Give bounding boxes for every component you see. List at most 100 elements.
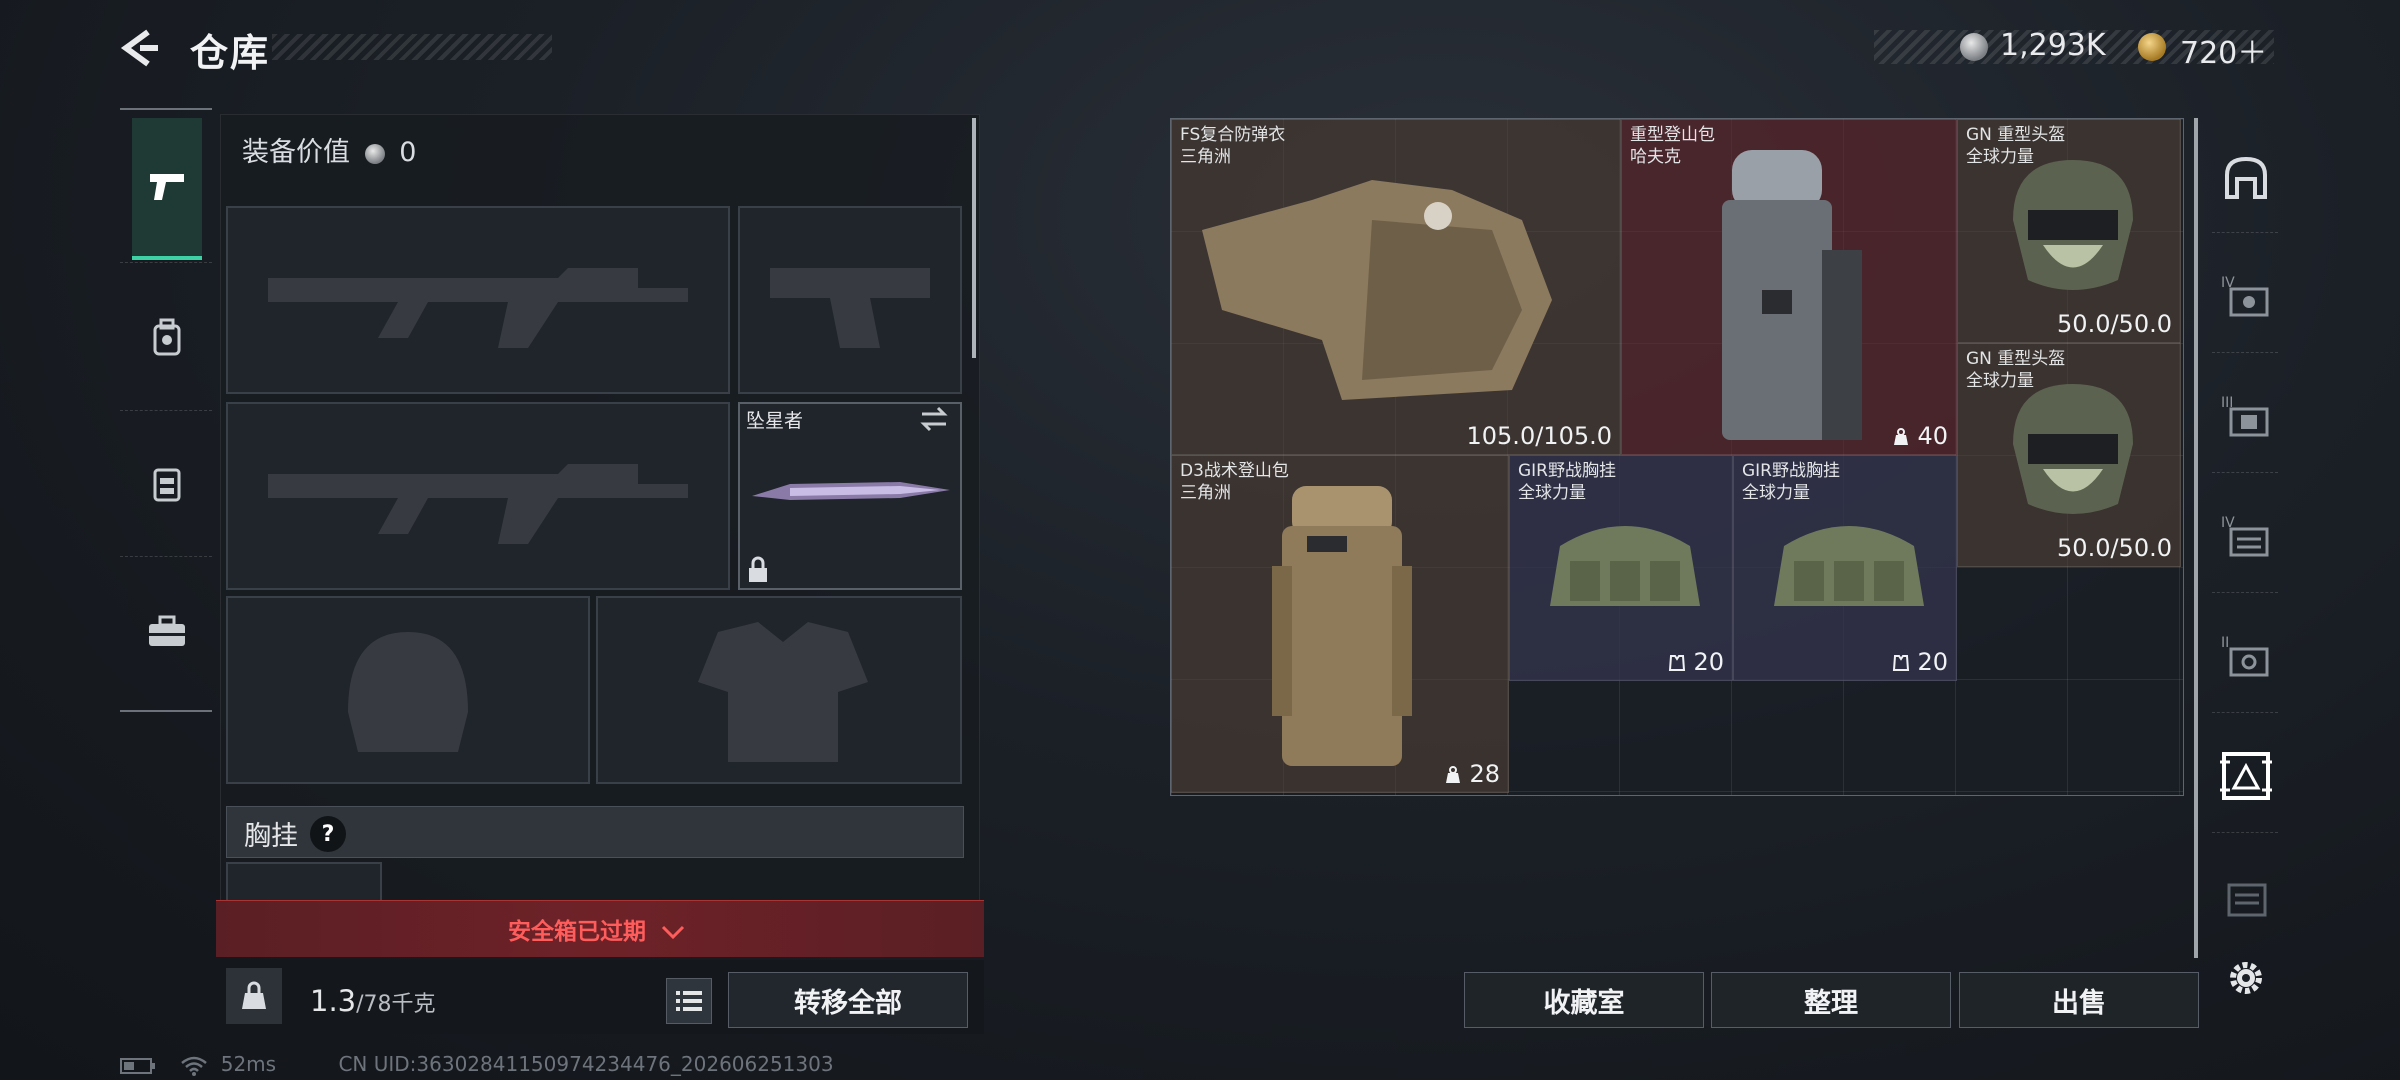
uid-text: CN UID:36302841150974234476_202606251303	[338, 1052, 834, 1076]
stash-scrollbar[interactable]	[2194, 118, 2198, 958]
stash-selected-icon	[2220, 752, 2272, 800]
gear-icon	[2230, 962, 2262, 994]
item-name: GIR野战胸挂	[1742, 461, 1840, 481]
weight-small-icon	[1893, 428, 1908, 445]
wifi-icon	[181, 1056, 208, 1076]
gold-coin-icon	[2138, 33, 2166, 61]
chest-rig-label: 胸挂	[244, 821, 298, 852]
item-name: GN 重型头盔	[1966, 349, 2066, 369]
tab-divider	[2212, 472, 2278, 473]
chest-rig-slot[interactable]	[226, 862, 382, 902]
organize-button[interactable]: 整理	[1711, 972, 1951, 1028]
item-name: FS复合防弹衣	[1180, 125, 1286, 145]
armor-vest-art	[1202, 180, 1552, 400]
melee-item-name: 坠星者	[746, 410, 804, 432]
sidearm-slot[interactable]	[738, 206, 962, 394]
tab-divider	[2212, 232, 2278, 233]
battery-icon	[120, 1057, 155, 1074]
chest-rig-art	[1774, 526, 1924, 606]
item-name: GIR野战胸挂	[1518, 461, 1616, 481]
stash-tab-2[interactable]: II	[2206, 606, 2286, 706]
stash-tab-main[interactable]	[2206, 128, 2286, 228]
armor-slot[interactable]	[596, 596, 962, 784]
stash-tab-selected[interactable]	[2206, 726, 2286, 826]
vest-small-icon	[1892, 655, 1909, 671]
lock-icon	[749, 556, 767, 582]
secondary-weapon-slot[interactable]	[226, 402, 730, 590]
help-button[interactable]: ?	[310, 816, 346, 852]
vest-small-icon	[1668, 655, 1685, 671]
stash-item-backpack[interactable]: 重型登山包 哈夫克 40	[1621, 119, 1957, 455]
equip-value-amount: 0	[399, 137, 417, 168]
settings-button[interactable]	[2206, 928, 2286, 1028]
stash-tab-icon: IV	[2221, 275, 2269, 317]
swap-arrows-icon[interactable]	[918, 406, 950, 432]
chevron-down-icon	[661, 925, 685, 939]
list-icon	[676, 991, 702, 1011]
helmet-slot[interactable]	[226, 596, 590, 784]
pistol-silhouette-icon	[770, 268, 930, 348]
helmet-art	[2013, 384, 2133, 514]
item-faction: 哈夫克	[1630, 147, 1681, 167]
status-bar: 52ms CN UID:36302841150974234476_2026062…	[120, 1052, 834, 1076]
silver-coin-icon	[364, 143, 385, 164]
rifle-silhouette-icon	[268, 464, 688, 544]
safe-box-status-text: 安全箱已过期	[508, 912, 686, 946]
stash-tab-4[interactable]: IV	[2206, 246, 2286, 346]
gold-currency-value[interactable]: 720＋	[2180, 28, 2267, 72]
list-view-button[interactable]	[666, 978, 712, 1024]
item-value: 20	[1917, 648, 1948, 676]
item-durability: 50.0/50.0	[2057, 310, 2172, 338]
loadout-scrollbar[interactable]	[972, 118, 976, 358]
stash-item-helmet[interactable]: GN 重型头盔 全球力量 50.0/50.0	[1957, 119, 2181, 343]
stash-tab-4b[interactable]: IV	[2206, 486, 2286, 586]
stash-item-chestrig[interactable]: GIR野战胸挂 全球力量 20	[1509, 455, 1733, 681]
transfer-all-button[interactable]: 转移全部	[728, 972, 968, 1028]
item-capacity: 28	[1444, 760, 1500, 788]
item-durability: 105.0/105.0	[1466, 422, 1613, 450]
silver-currency-value[interactable]: 1,293K	[2000, 28, 2106, 63]
item-label: 重型登山包 哈夫克	[1630, 124, 1715, 168]
backpack-icon	[153, 318, 181, 356]
category-tab-toolbox[interactable]	[132, 562, 202, 702]
stash-item-helmet[interactable]: GN 重型头盔 全球力量 50.0/50.0	[1957, 343, 2181, 567]
item-value: 20	[1693, 648, 1724, 676]
helmet-silhouette-icon	[348, 632, 468, 752]
back-arrow-icon[interactable]	[118, 26, 162, 70]
weight-icon	[226, 968, 282, 1024]
stash-tab-icon: IV	[2221, 515, 2269, 557]
item-capacity: 20	[1668, 648, 1724, 676]
collection-room-button[interactable]: 收藏室	[1464, 972, 1704, 1028]
knife-item-art	[752, 482, 950, 500]
title-decoration	[272, 34, 552, 60]
item-durability: 50.0/50.0	[2057, 534, 2172, 562]
stash-item-armor[interactable]: FS复合防弹衣 三角洲 105.0/105.0	[1171, 119, 1621, 455]
item-faction: 全球力量	[1518, 483, 1586, 503]
item-label: GIR野战胸挂 全球力量	[1518, 460, 1616, 504]
category-divider	[120, 262, 212, 263]
kettlebell-icon	[242, 981, 266, 1009]
sell-button[interactable]: 出售	[1959, 972, 2199, 1028]
primary-weapon-slot[interactable]	[226, 206, 730, 394]
category-top-line	[120, 108, 212, 110]
category-tab-backpack[interactable]	[132, 268, 202, 408]
stash-tab-icon: III	[2221, 395, 2269, 437]
vest-icon	[153, 468, 181, 502]
toolbox-icon	[149, 615, 185, 646]
category-bottom-line	[120, 710, 212, 712]
safe-box-text: 安全箱已过期	[508, 919, 646, 945]
silver-coin-icon	[1960, 33, 1988, 61]
stash-item-backpack[interactable]: D3战术登山包 三角洲 28	[1171, 455, 1509, 793]
ping-value: 52ms	[220, 1052, 277, 1076]
tab-divider	[2212, 592, 2278, 593]
stash-tab-3[interactable]: III	[2206, 366, 2286, 466]
item-capacity: 40	[1892, 422, 1948, 450]
rifle-silhouette-icon	[268, 268, 688, 348]
stash-item-chestrig[interactable]: GIR野战胸挂 全球力量 20	[1733, 455, 1957, 681]
category-tab-weapons[interactable]	[132, 118, 202, 260]
equipment-value: 装备价值 0	[242, 130, 416, 169]
category-tab-chestrig[interactable]	[132, 414, 202, 554]
svg-text:II: II	[2221, 635, 2229, 651]
item-name: GN 重型头盔	[1966, 125, 2066, 145]
category-divider	[120, 410, 212, 411]
